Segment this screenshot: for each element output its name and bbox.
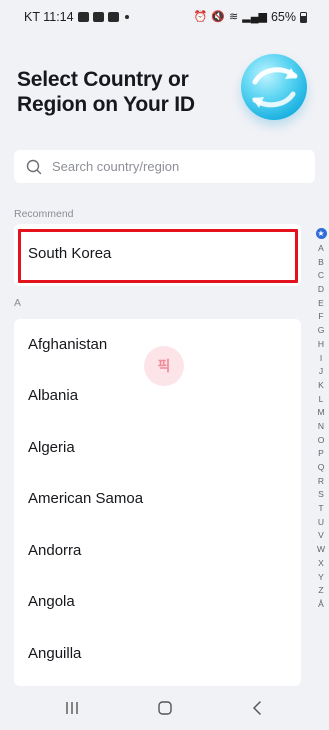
country-item-angola[interactable]: Angola [14, 576, 301, 627]
alpha-index-letter[interactable]: V [318, 529, 324, 543]
alpha-index-letter[interactable]: Å [318, 598, 324, 612]
alpha-index-letter[interactable]: E [318, 297, 324, 311]
battery-percent: 65% [270, 10, 296, 24]
search-icon [26, 159, 42, 174]
alpha-index-letter[interactable]: F [318, 310, 323, 324]
alpha-index-letter[interactable]: M [317, 406, 324, 420]
gallery-icon [92, 12, 104, 22]
search-box[interactable] [14, 150, 315, 183]
alpha-index-letter[interactable]: U [318, 516, 324, 530]
alpha-index-letter[interactable]: I [320, 352, 322, 366]
alpha-index-letter[interactable]: Z [318, 584, 323, 598]
alpha-index-letter[interactable]: K [318, 379, 324, 393]
alpha-index-letter[interactable]: C [318, 269, 324, 283]
alpha-index-letter[interactable]: R [318, 475, 324, 489]
alarm-icon: ⏰ [193, 10, 208, 23]
watermark-badge: 픽 [144, 346, 184, 386]
alpha-index-letter[interactable]: X [318, 557, 324, 571]
wifi-icon: ≋ [229, 10, 239, 23]
country-item-american-samoa[interactable]: American Samoa [14, 473, 301, 524]
search-input[interactable] [52, 159, 292, 174]
recent-apps-button[interactable] [64, 700, 80, 716]
alpha-index-letter[interactable]: J [319, 365, 323, 379]
alpha-index-letter[interactable]: S [318, 488, 324, 502]
section-header-a: A [14, 297, 22, 309]
alpha-index-letter[interactable]: Y [318, 571, 324, 585]
alpha-index-letter[interactable]: W [317, 543, 325, 557]
home-button[interactable] [157, 700, 173, 716]
signal-icon: ▂▄▆ [242, 10, 267, 23]
alpha-index-letter[interactable]: G [318, 324, 325, 338]
country-item-andorra[interactable]: Andorra [14, 525, 301, 576]
mute-icon: 🔇 [211, 10, 226, 23]
recommend-card: South Korea [14, 224, 301, 286]
recommend-label: Recommend [14, 208, 74, 220]
back-button[interactable] [250, 700, 266, 716]
alpha-index-letter[interactable]: A [318, 242, 324, 256]
alphabet-index[interactable]: ★ ABCDEFGHIJKLMNOPQRSTUVWXYZÅ [314, 228, 328, 612]
navigation-bar [0, 686, 329, 730]
alpha-index-letter[interactable]: D [318, 283, 324, 297]
page-title: Select Country or Region on Your ID [17, 68, 195, 116]
alpha-index-letter[interactable]: L [319, 393, 324, 407]
alpha-index-letter[interactable]: N [318, 420, 324, 434]
status-left: KT 11:14 [24, 10, 129, 24]
alpha-index-letter[interactable]: B [318, 256, 324, 270]
alpha-index-letter[interactable]: P [318, 447, 324, 461]
globe-icon [241, 54, 307, 120]
alpha-index-letter[interactable]: Q [318, 461, 325, 475]
alpha-index-letter[interactable]: H [318, 338, 324, 352]
country-item-algeria[interactable]: Algeria [14, 422, 301, 473]
more-notifications-icon [124, 15, 129, 19]
alpha-index-star-icon[interactable]: ★ [315, 228, 327, 239]
status-right: ⏰ 🔇 ≋ ▂▄▆ 65% [194, 10, 307, 24]
battery-icon [300, 11, 307, 23]
message-icon [77, 12, 89, 22]
alpha-index-letter[interactable]: T [318, 502, 323, 516]
status-bar: KT 11:14 ⏰ 🔇 ≋ ▂▄▆ 65% [0, 0, 329, 34]
country-item-anguilla[interactable]: Anguilla [14, 628, 301, 679]
alpha-index-letter[interactable]: O [318, 434, 325, 448]
carrier-time: KT 11:14 [24, 10, 74, 24]
missed-call-icon [107, 12, 119, 22]
header: Select Country or Region on Your ID [0, 34, 329, 134]
country-item-south-korea[interactable]: South Korea [28, 245, 111, 262]
